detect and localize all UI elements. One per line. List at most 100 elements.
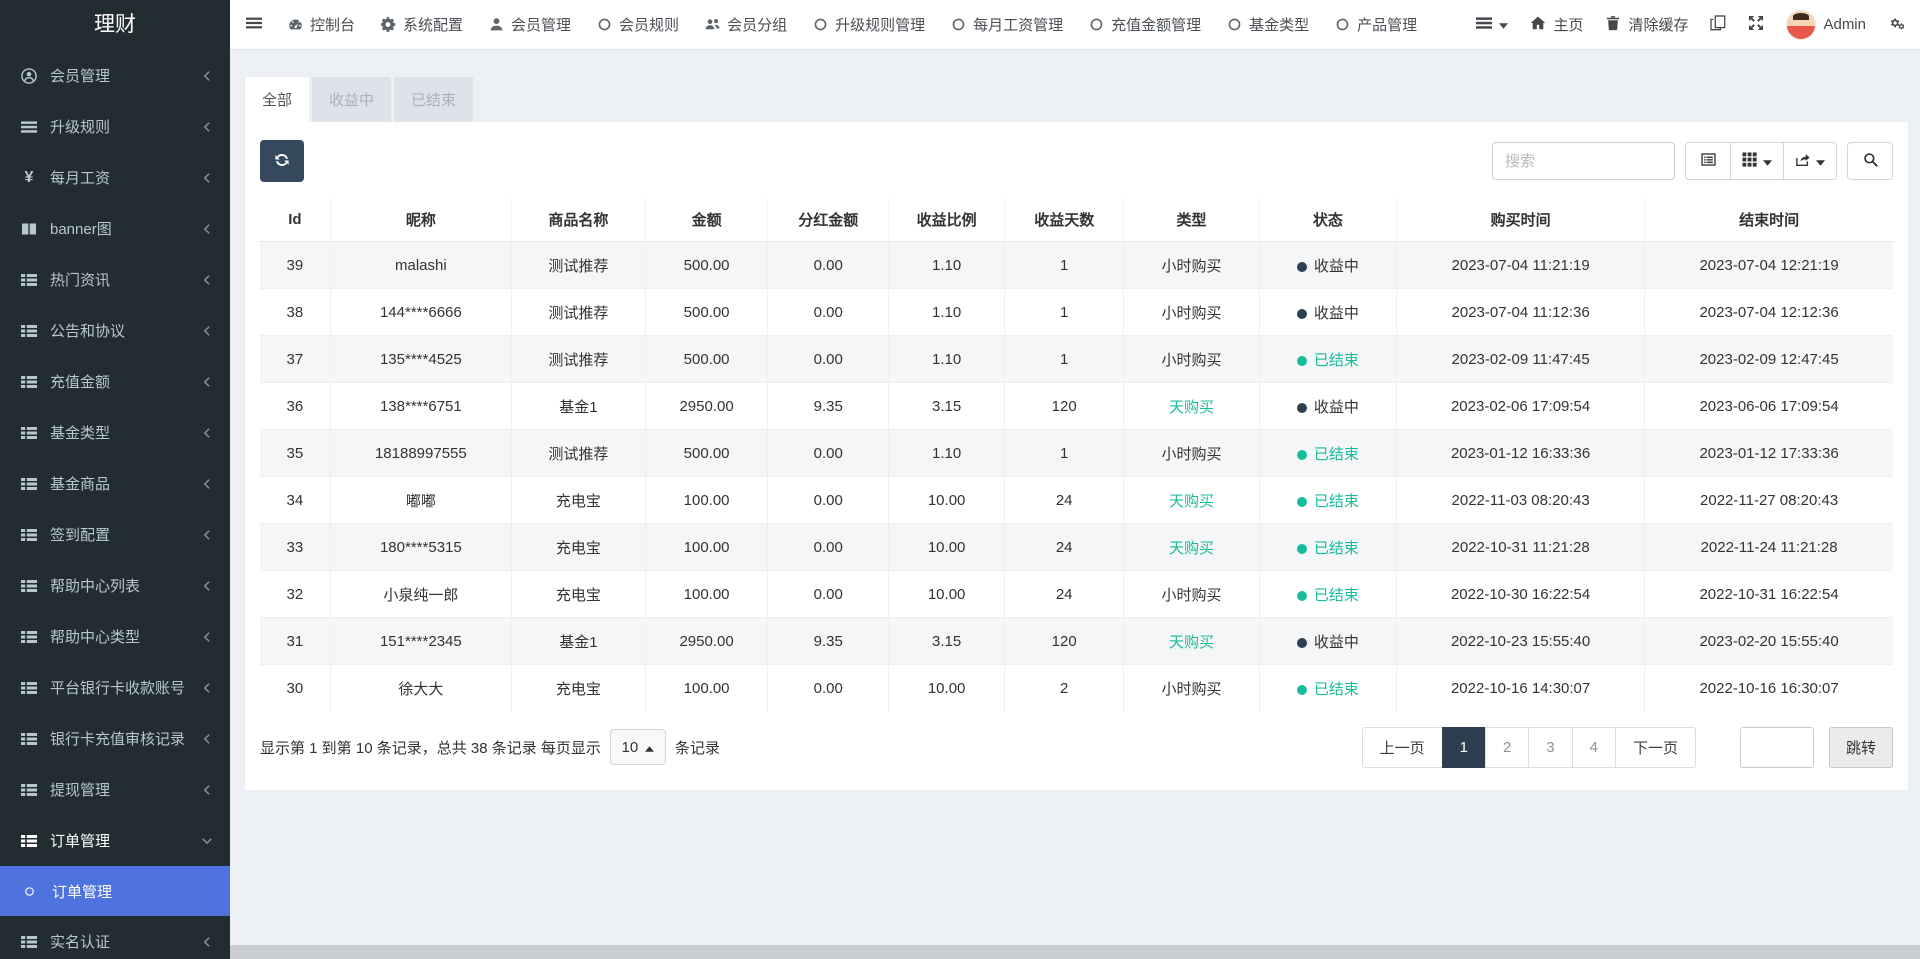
app-logo[interactable]: 理财 — [0, 0, 230, 50]
cell-buy-time: 2023-01-12 16:33:36 — [1397, 430, 1645, 477]
th-list-icon — [18, 578, 40, 594]
caret-up-icon — [645, 739, 654, 756]
fulltext-search-button[interactable] — [1847, 142, 1893, 180]
sidebar-item-order-manage[interactable]: 订单管理 — [0, 815, 230, 866]
table-row[interactable]: 32小泉纯一郎充电宝100.000.0010.0024小时购买已结束2022-1… — [260, 571, 1893, 618]
sidebar-item-label: 订单管理 — [50, 830, 200, 851]
table-row[interactable]: 30徐大大充电宝100.000.0010.002小时购买已结束2022-10-1… — [260, 665, 1893, 712]
sidebar-item-monthly-salary[interactable]: ¥每月工资 — [0, 152, 230, 203]
table-row[interactable]: 31151****2345基金12950.009.353.15120天购买收益中… — [260, 618, 1893, 665]
sidebar-item-hot-news[interactable]: 热门资讯 — [0, 254, 230, 305]
th-list-icon — [18, 629, 40, 645]
grid-icon — [1742, 152, 1757, 170]
nav-settings-button[interactable] — [1888, 15, 1904, 35]
sidebar-item-withdraw-manage[interactable]: 提现管理 — [0, 764, 230, 815]
cell-status: 收益中 — [1259, 383, 1396, 430]
nav-item-product-manage[interactable]: 产品管理 — [1335, 14, 1417, 35]
sidebar-item-platform-bank-cards[interactable]: 平台银行卡收款账号 — [0, 662, 230, 713]
nav-item-monthly-salary-manage[interactable]: 每月工资管理 — [951, 14, 1063, 35]
page-button-1[interactable]: 1 — [1442, 727, 1486, 768]
page-button-2[interactable]: 2 — [1485, 727, 1529, 768]
page-size-select[interactable]: 10 — [610, 729, 666, 765]
tab-all[interactable]: 全部 — [245, 77, 309, 122]
column-header-10: 结束时间 — [1645, 198, 1893, 242]
cell-days: 1 — [1005, 242, 1124, 289]
table-row[interactable]: 39malashi测试推荐500.000.001.101小时购买收益中2023-… — [260, 242, 1893, 289]
nav-fullscreen-button[interactable] — [1748, 15, 1764, 35]
table-body: 39malashi测试推荐500.000.001.101小时购买收益中2023-… — [260, 242, 1893, 712]
sidebar-item-help-center-type[interactable]: 帮助中心类型 — [0, 611, 230, 662]
cell-end-time: 2023-02-09 12:47:45 — [1645, 336, 1893, 383]
sidebar-item-label: 会员管理 — [50, 65, 200, 86]
list-icon — [1476, 15, 1492, 35]
sidebar-item-banner[interactable]: banner图 — [0, 203, 230, 254]
table-row[interactable]: 3518188997555测试推荐500.000.001.101小时购买已结束2… — [260, 430, 1893, 477]
sidebar-toggle-button[interactable] — [230, 0, 278, 50]
tab-earning[interactable]: 收益中 — [312, 77, 391, 122]
sidebar-item-help-center-list[interactable]: 帮助中心列表 — [0, 560, 230, 611]
page-prev-button[interactable]: 上一页 — [1362, 727, 1443, 768]
cell-dividend: 0.00 — [768, 571, 889, 618]
refresh-button[interactable] — [260, 140, 304, 182]
sidebar-item-signin-config[interactable]: 签到配置 — [0, 509, 230, 560]
cell-buy-time: 2022-11-03 08:20:43 — [1397, 477, 1645, 524]
page-jump-button[interactable]: 跳转 — [1829, 727, 1893, 768]
sidebar-item-recharge-amount[interactable]: 充值金额 — [0, 356, 230, 407]
page-next-button[interactable]: 下一页 — [1615, 727, 1696, 768]
page-button-4[interactable]: 4 — [1572, 727, 1616, 768]
sidebar-item-fund-type[interactable]: 基金类型 — [0, 407, 230, 458]
status-dot — [1297, 638, 1307, 648]
sidebar-item-bank-recharge-audit[interactable]: 银行卡充值审核记录 — [0, 713, 230, 764]
sidebar-item-fund-product[interactable]: 基金商品 — [0, 458, 230, 509]
column-header-5: 收益比例 — [889, 198, 1005, 242]
horizontal-scrollbar[interactable] — [230, 945, 1920, 959]
cell-product: 充电宝 — [511, 571, 645, 618]
table-row[interactable]: 34嘟嘟充电宝100.000.0010.0024天购买已结束2022-11-03… — [260, 477, 1893, 524]
sidebar-item-label: 热门资讯 — [50, 269, 200, 290]
sidebar-item-notice-agreement[interactable]: 公告和协议 — [0, 305, 230, 356]
page-jump-input[interactable] — [1740, 727, 1814, 768]
sidebar-subitem-order-manage[interactable]: 订单管理 — [0, 866, 230, 916]
angle-left-icon — [200, 580, 214, 592]
table-row[interactable]: 33180****5315充电宝100.000.0010.0024天购买已结束2… — [260, 524, 1893, 571]
sidebar-item-upgrade-rules[interactable]: 升级规则 — [0, 101, 230, 152]
nav-list-dropdown[interactable] — [1476, 15, 1508, 35]
table-row[interactable]: 36138****6751基金12950.009.353.15120天购买收益中… — [260, 383, 1893, 430]
nav-item-dashboard[interactable]: 控制台 — [288, 14, 355, 35]
page-button-3[interactable]: 3 — [1528, 727, 1572, 768]
nav-copy-button[interactable] — [1710, 15, 1726, 35]
cell-status: 已结束 — [1259, 524, 1396, 571]
nav-item-member-manage[interactable]: 会员管理 — [489, 14, 571, 35]
nav-item-upgrade-rule-manage[interactable]: 升级规则管理 — [813, 14, 925, 35]
columns-dropdown-button[interactable] — [1731, 142, 1784, 180]
nav-item-member-rules[interactable]: 会员规则 — [597, 14, 679, 35]
sidebar-item-member-manage[interactable]: 会员管理 — [0, 50, 230, 101]
cell-days: 1 — [1005, 336, 1124, 383]
nav-user-menu[interactable]: Admin — [1786, 10, 1866, 40]
user-icon — [489, 17, 504, 32]
cell-amount: 100.00 — [645, 571, 767, 618]
page-buttons: 上一页1234下一页 — [1362, 727, 1696, 768]
sidebar-item-realname-auth[interactable]: 实名认证 — [0, 916, 230, 959]
nav-home[interactable]: 主页 — [1530, 14, 1583, 35]
export-dropdown-button[interactable] — [1784, 142, 1837, 180]
column-header-7: 类型 — [1124, 198, 1260, 242]
search-input[interactable] — [1492, 142, 1675, 180]
tab-finished[interactable]: 已结束 — [394, 77, 473, 122]
nav-clear-cache[interactable]: 清除缓存 — [1605, 14, 1688, 35]
cell-status: 已结束 — [1259, 665, 1396, 712]
trash-icon — [1605, 15, 1621, 35]
nav-item-recharge-amount-manage[interactable]: 充值金额管理 — [1089, 14, 1201, 35]
cell-product: 充电宝 — [511, 524, 645, 571]
detail-view-button[interactable] — [1685, 142, 1731, 180]
nav-item-fund-type[interactable]: 基金类型 — [1227, 14, 1309, 35]
table-row[interactable]: 38144****6666测试推荐500.000.001.101小时购买收益中2… — [260, 289, 1893, 336]
cell-id: 32 — [260, 571, 330, 618]
th-list-icon — [18, 425, 40, 441]
nav-item-member-groups[interactable]: 会员分组 — [705, 14, 787, 35]
cell-product: 充电宝 — [511, 477, 645, 524]
th-list-icon — [18, 934, 40, 950]
nav-item-system-config[interactable]: 系统配置 — [381, 14, 463, 35]
table-row[interactable]: 37135****4525测试推荐500.000.001.101小时购买已结束2… — [260, 336, 1893, 383]
status-dot — [1297, 356, 1307, 366]
